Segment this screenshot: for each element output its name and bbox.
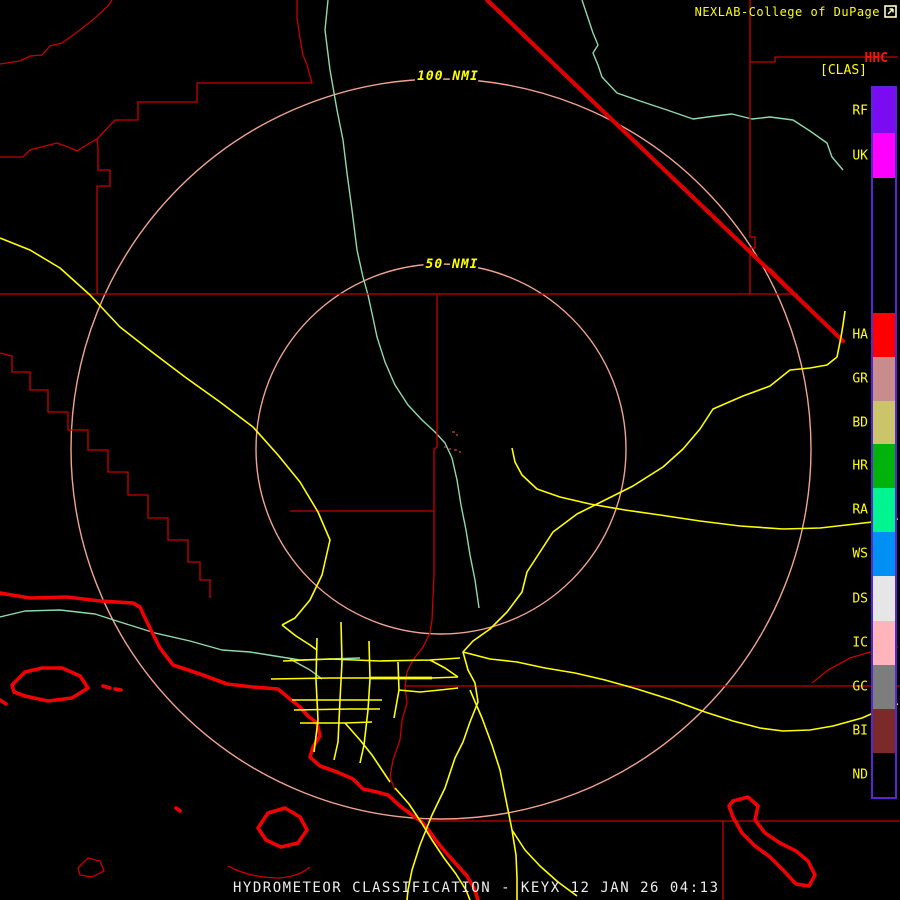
legend-label-ND: ND (852, 767, 868, 783)
legend-label-HA: HA (852, 327, 868, 343)
range-ring-100nmi (70, 78, 812, 820)
range-ring-label-100nmi: 100 NMI (417, 69, 479, 84)
island-santa-cruz (0, 666, 90, 706)
legend-swatch-HA (873, 313, 895, 357)
range-ring-label-50nmi: 50 NMI (426, 257, 479, 272)
legend-swatch-gap (873, 178, 895, 313)
legend: RF UK HA GR BD HR RA WS DS IC GC BI ND (830, 0, 900, 900)
range-rings (70, 78, 812, 820)
legend-swatch-GR (873, 357, 895, 401)
city-freeway-grid (270, 621, 461, 783)
legend-label-BI: BI (852, 723, 868, 739)
status-bar: HYDROMETEOR CLASSIFICATION - KEYX 12 JAN… (233, 880, 720, 896)
legend-swatch-IC (873, 621, 895, 665)
highway-395 (0, 237, 331, 626)
river-northeast (581, 0, 844, 171)
legend-label-GR: GR (852, 371, 868, 387)
coastline (0, 591, 817, 900)
river-lines (0, 0, 844, 680)
radar-map: 100 NMI 50 NMI (0, 0, 900, 900)
legend-swatch-DS (873, 576, 895, 621)
island-catalina (174, 806, 309, 849)
county-line-northwest-jagged (0, 0, 113, 65)
legend-swatch-BD (873, 401, 895, 444)
legend-swatch-BI (873, 709, 895, 753)
legend-label-BD: BD (852, 415, 868, 430)
legend-label-UK: UK (852, 148, 868, 163)
legend-swatch-RF (873, 88, 895, 133)
highway-lines (0, 237, 899, 900)
legend-swatch-ND (873, 753, 895, 797)
island-anacapa (101, 684, 123, 692)
legend-swatch-RA (873, 488, 895, 532)
state-line-ca-nv (484, 0, 846, 344)
legend-label-HR: HR (852, 458, 868, 474)
legend-label-DS: DS (852, 591, 868, 606)
radar-viewer: 100 NMI 50 NMI NEXLAB-College of DuPage … (0, 0, 900, 900)
highway-215 (469, 689, 578, 900)
legend-swatch-WS (873, 532, 895, 576)
range-ring-50nmi (255, 263, 627, 635)
legend-label-WS: WS (852, 546, 868, 562)
island-outline-thin (77, 857, 311, 879)
pacific-coastline (0, 591, 480, 900)
highway-15 (406, 310, 846, 900)
county-line-center-vertical (290, 295, 438, 791)
county-line-kern-steps (0, 0, 313, 293)
legend-swatch-HR (873, 444, 895, 488)
legend-label-GC: GC (852, 679, 868, 695)
radar-echoes (444, 431, 461, 453)
county-line-ventura-steps (0, 352, 211, 598)
legend-label-RA: RA (852, 502, 868, 518)
legend-label-IC: IC (852, 635, 868, 651)
legend-swatch-GC (873, 665, 895, 709)
legend-label-RF: RF (852, 103, 868, 118)
legend-swatch-UK (873, 133, 895, 178)
island-san-clemente (727, 795, 817, 888)
legend-bar (871, 86, 897, 799)
